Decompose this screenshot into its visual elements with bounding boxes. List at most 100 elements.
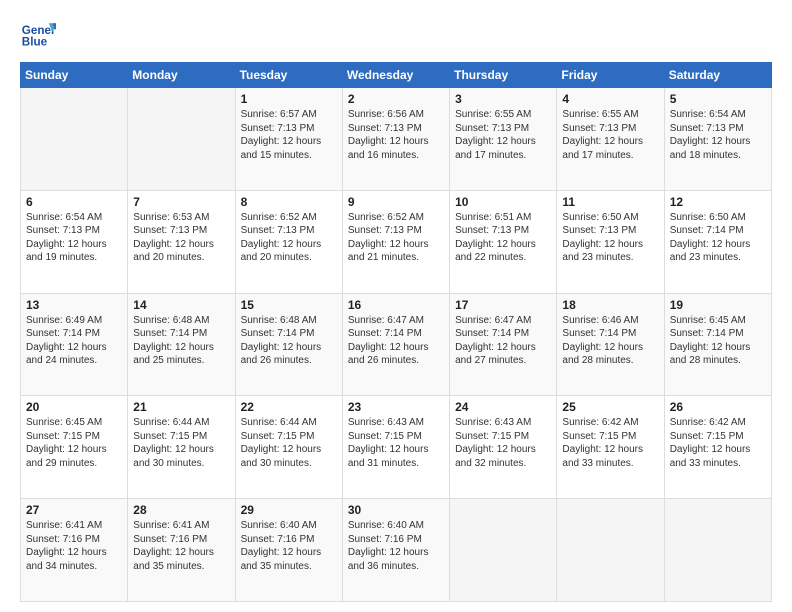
day-number: 11 <box>562 195 658 209</box>
day-cell: 30 Sunrise: 6:40 AMSunset: 7:16 PMDayligh… <box>342 499 449 602</box>
day-info: Sunrise: 6:53 AMSunset: 7:13 PMDaylight:… <box>133 211 229 265</box>
day-info: Sunrise: 6:40 AMSunset: 7:16 PMDaylight:… <box>348 519 444 573</box>
header-row: SundayMondayTuesdayWednesdayThursdayFrid… <box>21 63 772 88</box>
day-number: 20 <box>26 400 122 414</box>
svg-text:Blue: Blue <box>22 36 48 49</box>
header-day-wednesday: Wednesday <box>342 63 449 88</box>
day-info: Sunrise: 6:42 AMSunset: 7:15 PMDaylight:… <box>670 416 766 470</box>
week-row-3: 13 Sunrise: 6:49 AMSunset: 7:14 PMDayligh… <box>21 293 772 396</box>
day-info: Sunrise: 6:54 AMSunset: 7:13 PMDaylight:… <box>26 211 122 265</box>
day-cell: 19 Sunrise: 6:45 AMSunset: 7:14 PMDayligh… <box>664 293 771 396</box>
header-day-saturday: Saturday <box>664 63 771 88</box>
day-cell: 25 Sunrise: 6:42 AMSunset: 7:15 PMDayligh… <box>557 396 664 499</box>
day-cell: 7 Sunrise: 6:53 AMSunset: 7:13 PMDaylight… <box>128 190 235 293</box>
week-row-5: 27 Sunrise: 6:41 AMSunset: 7:16 PMDayligh… <box>21 499 772 602</box>
day-info: Sunrise: 6:54 AMSunset: 7:13 PMDaylight:… <box>670 108 766 162</box>
day-info: Sunrise: 6:47 AMSunset: 7:14 PMDaylight:… <box>455 314 551 368</box>
day-number: 9 <box>348 195 444 209</box>
day-info: Sunrise: 6:45 AMSunset: 7:15 PMDaylight:… <box>26 416 122 470</box>
day-number: 19 <box>670 298 766 312</box>
day-cell: 29 Sunrise: 6:40 AMSunset: 7:16 PMDayligh… <box>235 499 342 602</box>
day-cell: 9Sunrise: 6:52 AMSunset: 7:13 PMDaylight… <box>342 190 449 293</box>
day-cell: 16 Sunrise: 6:47 AMSunset: 7:14 PMDayligh… <box>342 293 449 396</box>
day-cell: 27 Sunrise: 6:41 AMSunset: 7:16 PMDayligh… <box>21 499 128 602</box>
day-info: Sunrise: 6:49 AMSunset: 7:14 PMDaylight:… <box>26 314 122 368</box>
day-number: 29 <box>241 503 337 517</box>
day-info: Sunrise: 6:51 AMSunset: 7:13 PMDaylight:… <box>455 211 551 265</box>
day-cell: 4Sunrise: 6:55 AMSunset: 7:13 PMDaylight… <box>557 88 664 191</box>
day-cell: 15Sunrise: 6:48 AMSunset: 7:14 PMDayligh… <box>235 293 342 396</box>
header: General Blue <box>20 16 772 52</box>
day-number: 5 <box>670 92 766 106</box>
day-number: 13 <box>26 298 122 312</box>
day-cell: 22 Sunrise: 6:44 AMSunset: 7:15 PMDayligh… <box>235 396 342 499</box>
day-info: Sunrise: 6:41 AMSunset: 7:16 PMDaylight:… <box>133 519 229 573</box>
day-info: Sunrise: 6:50 AMSunset: 7:13 PMDaylight:… <box>562 211 658 265</box>
day-number: 14 <box>133 298 229 312</box>
day-info: Sunrise: 6:44 AMSunset: 7:15 PMDaylight:… <box>241 416 337 470</box>
logo-icon: General Blue <box>20 16 56 52</box>
header-day-tuesday: Tuesday <box>235 63 342 88</box>
day-info: Sunrise: 6:42 AMSunset: 7:15 PMDaylight:… <box>562 416 658 470</box>
day-number: 6 <box>26 195 122 209</box>
page: General Blue SundayMondayTuesdayWednesda… <box>0 0 792 612</box>
day-info: Sunrise: 6:44 AMSunset: 7:15 PMDaylight:… <box>133 416 229 470</box>
day-number: 8 <box>241 195 337 209</box>
day-cell: 13 Sunrise: 6:49 AMSunset: 7:14 PMDayligh… <box>21 293 128 396</box>
header-day-friday: Friday <box>557 63 664 88</box>
day-number: 7 <box>133 195 229 209</box>
day-cell <box>21 88 128 191</box>
day-cell: 18Sunrise: 6:46 AMSunset: 7:14 PMDayligh… <box>557 293 664 396</box>
day-info: Sunrise: 6:48 AMSunset: 7:14 PMDaylight:… <box>241 314 337 368</box>
day-number: 16 <box>348 298 444 312</box>
week-row-2: 6 Sunrise: 6:54 AMSunset: 7:13 PMDaylight… <box>21 190 772 293</box>
week-row-1: 1Sunrise: 6:57 AMSunset: 7:13 PMDaylight… <box>21 88 772 191</box>
day-cell: 17 Sunrise: 6:47 AMSunset: 7:14 PMDayligh… <box>450 293 557 396</box>
day-number: 10 <box>455 195 551 209</box>
day-cell: 26 Sunrise: 6:42 AMSunset: 7:15 PMDayligh… <box>664 396 771 499</box>
day-number: 17 <box>455 298 551 312</box>
day-number: 25 <box>562 400 658 414</box>
day-info: Sunrise: 6:45 AMSunset: 7:14 PMDaylight:… <box>670 314 766 368</box>
day-cell: 2Sunrise: 6:56 AMSunset: 7:13 PMDaylight… <box>342 88 449 191</box>
day-cell: 21 Sunrise: 6:44 AMSunset: 7:15 PMDayligh… <box>128 396 235 499</box>
day-info: Sunrise: 6:52 AMSunset: 7:13 PMDaylight:… <box>241 211 337 265</box>
day-number: 22 <box>241 400 337 414</box>
day-info: Sunrise: 6:56 AMSunset: 7:13 PMDaylight:… <box>348 108 444 162</box>
day-number: 12 <box>670 195 766 209</box>
day-number: 28 <box>133 503 229 517</box>
logo: General Blue <box>20 16 56 52</box>
day-cell: 20 Sunrise: 6:45 AMSunset: 7:15 PMDayligh… <box>21 396 128 499</box>
day-cell: 5 Sunrise: 6:54 AMSunset: 7:13 PMDaylight… <box>664 88 771 191</box>
day-cell: 14 Sunrise: 6:48 AMSunset: 7:14 PMDayligh… <box>128 293 235 396</box>
day-info: Sunrise: 6:41 AMSunset: 7:16 PMDaylight:… <box>26 519 122 573</box>
day-number: 1 <box>241 92 337 106</box>
day-cell <box>128 88 235 191</box>
day-info: Sunrise: 6:50 AMSunset: 7:14 PMDaylight:… <box>670 211 766 265</box>
day-info: Sunrise: 6:43 AMSunset: 7:15 PMDaylight:… <box>348 416 444 470</box>
day-cell <box>557 499 664 602</box>
day-cell: 28 Sunrise: 6:41 AMSunset: 7:16 PMDayligh… <box>128 499 235 602</box>
day-info: Sunrise: 6:40 AMSunset: 7:16 PMDaylight:… <box>241 519 337 573</box>
day-number: 21 <box>133 400 229 414</box>
day-number: 23 <box>348 400 444 414</box>
day-info: Sunrise: 6:55 AMSunset: 7:13 PMDaylight:… <box>562 108 658 162</box>
day-cell <box>450 499 557 602</box>
day-number: 30 <box>348 503 444 517</box>
header-day-sunday: Sunday <box>21 63 128 88</box>
day-info: Sunrise: 6:47 AMSunset: 7:14 PMDaylight:… <box>348 314 444 368</box>
week-row-4: 20 Sunrise: 6:45 AMSunset: 7:15 PMDayligh… <box>21 396 772 499</box>
day-number: 24 <box>455 400 551 414</box>
day-cell: 1Sunrise: 6:57 AMSunset: 7:13 PMDaylight… <box>235 88 342 191</box>
day-number: 26 <box>670 400 766 414</box>
header-day-monday: Monday <box>128 63 235 88</box>
day-info: Sunrise: 6:48 AMSunset: 7:14 PMDaylight:… <box>133 314 229 368</box>
day-cell: 10 Sunrise: 6:51 AMSunset: 7:13 PMDayligh… <box>450 190 557 293</box>
day-number: 18 <box>562 298 658 312</box>
calendar-table: SundayMondayTuesdayWednesdayThursdayFrid… <box>20 62 772 602</box>
day-cell: 6 Sunrise: 6:54 AMSunset: 7:13 PMDaylight… <box>21 190 128 293</box>
day-number: 27 <box>26 503 122 517</box>
day-cell: 23 Sunrise: 6:43 AMSunset: 7:15 PMDayligh… <box>342 396 449 499</box>
day-cell: 3Sunrise: 6:55 AMSunset: 7:13 PMDaylight… <box>450 88 557 191</box>
day-cell: 8 Sunrise: 6:52 AMSunset: 7:13 PMDaylight… <box>235 190 342 293</box>
